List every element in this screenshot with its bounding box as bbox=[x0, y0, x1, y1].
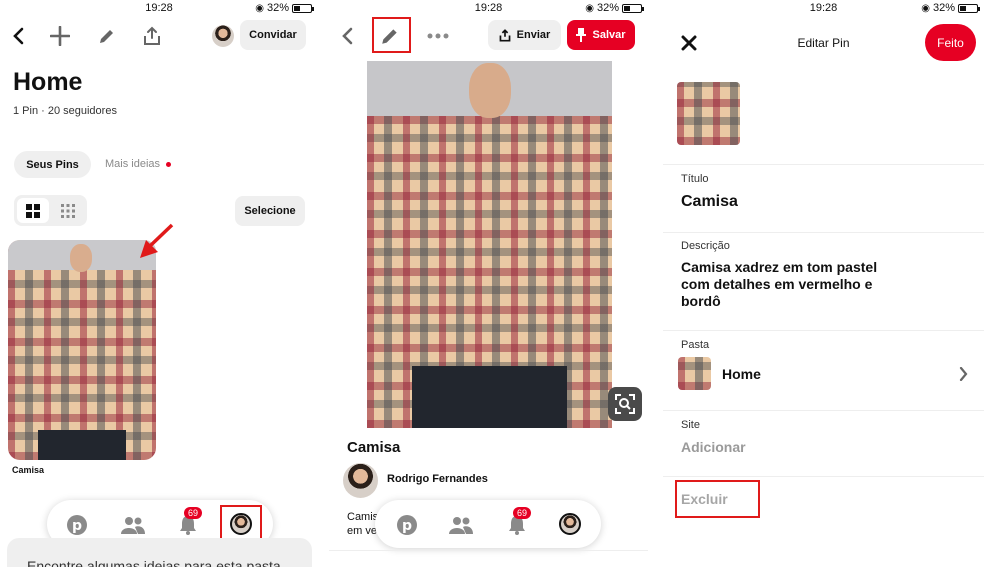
author-name[interactable]: Rodrigo Fernandes bbox=[387, 473, 488, 485]
people-icon[interactable] bbox=[449, 514, 473, 536]
grid-icon[interactable] bbox=[17, 198, 49, 223]
status-right: ◉ 32% bbox=[921, 2, 980, 14]
status-right: ◉ 32% bbox=[585, 2, 644, 14]
select-button[interactable]: Selecione bbox=[235, 196, 305, 226]
description-field[interactable]: Camisa xadrez em tom pastel com detalhes… bbox=[681, 259, 906, 310]
title-field[interactable]: Camisa bbox=[681, 193, 738, 211]
save-button[interactable]: Salvar bbox=[567, 20, 635, 50]
svg-text:p: p bbox=[402, 518, 412, 534]
tab-seus-pins-label: Seus Pins bbox=[26, 158, 79, 171]
orientation-lock-icon: ◉ bbox=[255, 2, 264, 14]
done-button[interactable]: Feito bbox=[925, 24, 976, 61]
battery-icon bbox=[622, 3, 644, 13]
tab-mais-ideias-label: Mais ideias bbox=[105, 158, 161, 170]
orientation-lock-icon: ◉ bbox=[921, 2, 930, 14]
header-avatar[interactable] bbox=[212, 25, 234, 47]
pencil-icon[interactable] bbox=[95, 24, 119, 48]
invite-button[interactable]: Convidar bbox=[240, 20, 306, 50]
upload-icon bbox=[499, 28, 511, 42]
status-bar: 19:28 ◉ 32% bbox=[0, 2, 318, 16]
status-right: ◉ 32% bbox=[255, 2, 314, 14]
tab-seus-pins[interactable]: Seus Pins bbox=[14, 151, 91, 178]
chevron-right-icon bbox=[955, 365, 971, 383]
ellipsis-icon[interactable] bbox=[425, 26, 451, 46]
battery-percent: 32% bbox=[266, 2, 289, 14]
pin-thumbnail[interactable] bbox=[8, 240, 156, 460]
status-bar: 19:28 ◉ 32% bbox=[329, 2, 648, 16]
pin-jeans bbox=[412, 366, 567, 428]
pin-jeans bbox=[38, 430, 126, 460]
pin-caption: Camisa bbox=[12, 465, 45, 475]
battery-icon bbox=[292, 3, 314, 13]
pin-screen: 19:28 ◉ 32% Enviar Salvar Camisa Rodrigo… bbox=[329, 0, 648, 567]
pin-icon bbox=[576, 28, 587, 42]
pin-face bbox=[70, 244, 92, 272]
pin-description-line2: em ve bbox=[347, 525, 377, 537]
status-bar: 19:28 ◉ 32% bbox=[663, 2, 984, 16]
title-field-label: Título bbox=[681, 173, 709, 185]
ideas-card-text: Encontre algumas ideias para esta pasta bbox=[27, 558, 281, 567]
ideas-card: Encontre algumas ideias para esta pasta bbox=[7, 538, 312, 567]
notification-badge: 69 bbox=[184, 507, 203, 519]
pin-title: Camisa bbox=[347, 439, 401, 456]
battery-percent: 32% bbox=[932, 2, 955, 14]
board-title: Home bbox=[13, 68, 83, 96]
share-icon[interactable] bbox=[140, 24, 164, 48]
divider bbox=[663, 330, 984, 331]
battery-percent: 32% bbox=[596, 2, 619, 14]
pin-description-line1: Camis bbox=[347, 511, 379, 523]
compact-grid-icon[interactable] bbox=[52, 198, 84, 223]
profile-avatar[interactable] bbox=[559, 513, 581, 535]
tab-mais-ideias[interactable]: Mais ideias bbox=[105, 158, 172, 170]
board-screen: 19:28 ◉ 32% Convidar Home 1 Pin · 20 seg… bbox=[0, 0, 318, 567]
visual-search-icon[interactable] bbox=[608, 387, 642, 421]
divider bbox=[663, 232, 984, 233]
pin-image bbox=[367, 61, 612, 428]
arrow-annotation-icon bbox=[136, 222, 176, 262]
bottom-divider bbox=[329, 550, 648, 551]
pinterest-logo-icon[interactable]: p bbox=[396, 514, 418, 536]
divider bbox=[663, 164, 984, 165]
orientation-lock-icon: ◉ bbox=[585, 2, 594, 14]
edit-thumbnail bbox=[677, 82, 740, 145]
back-icon[interactable] bbox=[8, 24, 28, 48]
new-dot-icon bbox=[166, 161, 172, 167]
send-label: Enviar bbox=[516, 29, 551, 41]
select-label: Selecione bbox=[244, 205, 296, 217]
site-field-label: Site bbox=[681, 419, 700, 431]
description-field-label: Descrição bbox=[681, 240, 730, 252]
battery-icon bbox=[958, 3, 980, 13]
folder-field-label: Pasta bbox=[681, 339, 710, 351]
back-icon[interactable] bbox=[337, 24, 357, 48]
folder-name: Home bbox=[722, 366, 761, 382]
save-label: Salvar bbox=[592, 29, 626, 41]
people-icon[interactable] bbox=[121, 514, 145, 536]
notification-badge: 69 bbox=[513, 507, 532, 519]
plus-icon[interactable] bbox=[48, 24, 72, 48]
done-label: Feito bbox=[937, 35, 964, 50]
divider bbox=[663, 476, 984, 477]
pin-face bbox=[469, 63, 511, 118]
delete-highlight bbox=[675, 480, 760, 518]
send-button[interactable]: Enviar bbox=[488, 20, 561, 50]
bottom-nav: p 69 bbox=[375, 500, 601, 548]
folder-row[interactable]: Home bbox=[663, 356, 984, 392]
board-meta: 1 Pin · 20 seguidores bbox=[13, 105, 117, 117]
svg-text:p: p bbox=[72, 518, 82, 534]
site-field[interactable]: Adicionar bbox=[681, 439, 746, 455]
edit-highlight bbox=[372, 17, 411, 53]
invite-label: Convidar bbox=[249, 29, 297, 41]
edit-pin-screen: 19:28 ◉ 32% Editar Pin Feito Título Cami… bbox=[663, 0, 984, 567]
divider bbox=[663, 410, 984, 411]
pinterest-logo-icon[interactable]: p bbox=[66, 514, 88, 536]
folder-thumbnail bbox=[678, 357, 711, 390]
author-avatar[interactable] bbox=[343, 463, 378, 498]
